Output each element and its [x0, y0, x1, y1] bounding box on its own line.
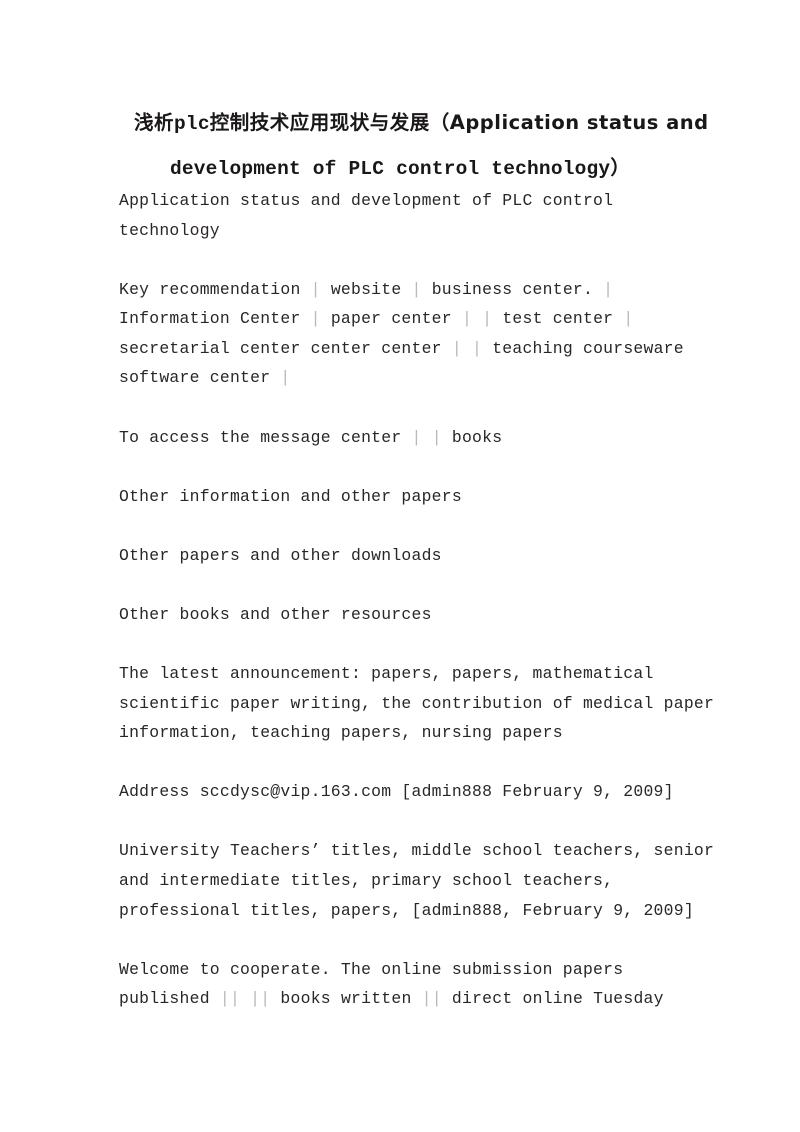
text-run: test center [492, 309, 624, 329]
text-line: scientific paper writing, the contributi… [119, 689, 714, 719]
text-line: University Teachers’ titles, middle scho… [119, 836, 714, 866]
text-line: secretarial center center center | | tea… [119, 334, 691, 364]
text-run: website [320, 279, 412, 299]
text-run: teaching courseware [482, 338, 684, 358]
title-latin-run-1: plc [174, 113, 210, 135]
text-run [472, 309, 482, 328]
text-line: technology [119, 216, 691, 246]
text-line: The latest announcement: papers, papers,… [119, 659, 691, 689]
text-line: Address sccdysc@vip.163.com [admin888 Fe… [119, 777, 691, 807]
text-line: Information Center | paper center | | te… [119, 304, 691, 334]
separator-bar: | [451, 338, 462, 358]
other-books-paragraph: Other books and other resources [119, 600, 691, 630]
text-run: scientific paper writing, the contributi… [119, 693, 715, 713]
text-run: paper center [320, 309, 462, 329]
text-run: information, teaching papers, nursing pa… [119, 723, 563, 743]
text-run: direct online Tuesday [441, 989, 664, 1009]
separator-bar: | [310, 309, 321, 329]
separator-bar: | [482, 309, 493, 329]
text-run: and intermediate titles, primary school … [119, 870, 614, 890]
text-run: Other information and other papers [119, 486, 462, 506]
address-paragraph: Address sccdysc@vip.163.com [admin888 Fe… [119, 777, 691, 807]
title-cjk-run-2: 控制技术应用现状与发展 [209, 111, 430, 134]
text-run: To access the message center [119, 427, 412, 447]
document-page: 浅析plc控制技术应用现状与发展（Application status and … [0, 0, 800, 1132]
separator-bar: | [603, 279, 614, 299]
text-run: books [441, 427, 503, 447]
text-run [462, 339, 472, 358]
separator-bar: || [250, 989, 271, 1009]
teacher-titles-paragraph: University Teachers’ titles, middle scho… [119, 836, 714, 926]
text-run: software center [119, 368, 281, 388]
separator-bar: | [411, 279, 422, 299]
text-line: To access the message center | | books [119, 423, 691, 453]
text-run: Welcome to cooperate. The online submiss… [119, 959, 624, 979]
separator-bar: | [280, 368, 291, 388]
other-information-paragraph: Other information and other papers [119, 482, 691, 512]
cooperation-paragraph: Welcome to cooperate. The online submiss… [119, 955, 691, 1014]
text-run: secretarial center center center [119, 338, 452, 358]
separator-bar: || [219, 989, 241, 1009]
text-run [422, 428, 432, 447]
text-run: books written [270, 989, 422, 1009]
text-line: Welcome to cooperate. The online submiss… [119, 955, 691, 985]
title-latin-run-2: （Application status and [429, 111, 709, 134]
title-cjk-run-1: 浅析 [134, 111, 175, 134]
separator-bar: | [623, 309, 634, 329]
text-line: Other information and other papers [119, 482, 691, 512]
message-center-paragraph: To access the message center | | books [119, 423, 691, 453]
separator-bar: | [411, 427, 422, 447]
paragraph-list: Application status and development of PL… [119, 186, 714, 1014]
separator-bar: || [421, 989, 442, 1009]
text-run: business center. [421, 279, 604, 299]
text-run: published [119, 989, 220, 1009]
page-title-line-1: 浅析plc控制技术应用现状与发展（Application status and [100, 100, 708, 147]
text-line: published || || books written || direct … [119, 984, 691, 1014]
text-run: Key recommendation [119, 279, 311, 299]
text-run: Application status and development of PL… [119, 191, 614, 210]
text-run [240, 989, 250, 1008]
key-recommendation-paragraph: Key recommendation | website | business … [119, 275, 691, 393]
text-run: University Teachers’ titles, middle scho… [119, 841, 715, 861]
text-run: Other books and other resources [119, 604, 432, 624]
separator-bar: | [310, 279, 321, 299]
text-run: technology [119, 220, 220, 240]
text-run: professional titles, papers, [admin888, … [119, 900, 694, 920]
latest-announcement-paragraph: The latest announcement: papers, papers,… [119, 659, 714, 748]
separator-bar: | [431, 427, 442, 447]
text-line: and intermediate titles, primary school … [119, 866, 691, 896]
text-line: Other books and other resources [119, 600, 691, 630]
text-line: Application status and development of PL… [119, 186, 691, 216]
page-title: 浅析plc控制技术应用现状与发展（Application status and … [100, 100, 708, 192]
document-body: Application status and development of PL… [119, 186, 714, 1014]
text-line: software center | [119, 363, 691, 393]
text-run: The latest announcement: papers, papers,… [119, 663, 654, 683]
other-papers-paragraph: Other papers and other downloads [119, 541, 691, 571]
text-run: Information Center [119, 309, 311, 329]
text-line: information, teaching papers, nursing pa… [119, 718, 691, 748]
separator-bar: | [461, 309, 473, 329]
text-line: Key recommendation | website | business … [119, 275, 691, 305]
text-line: professional titles, papers, [admin888, … [119, 896, 694, 926]
text-run: Other papers and other downloads [119, 545, 442, 565]
text-run: Address sccdysc@vip.163.com [admin888 Fe… [119, 782, 674, 802]
intro-paragraph: Application status and development of PL… [119, 186, 691, 245]
separator-bar: | [472, 338, 483, 358]
text-line: Other papers and other downloads [119, 541, 691, 571]
